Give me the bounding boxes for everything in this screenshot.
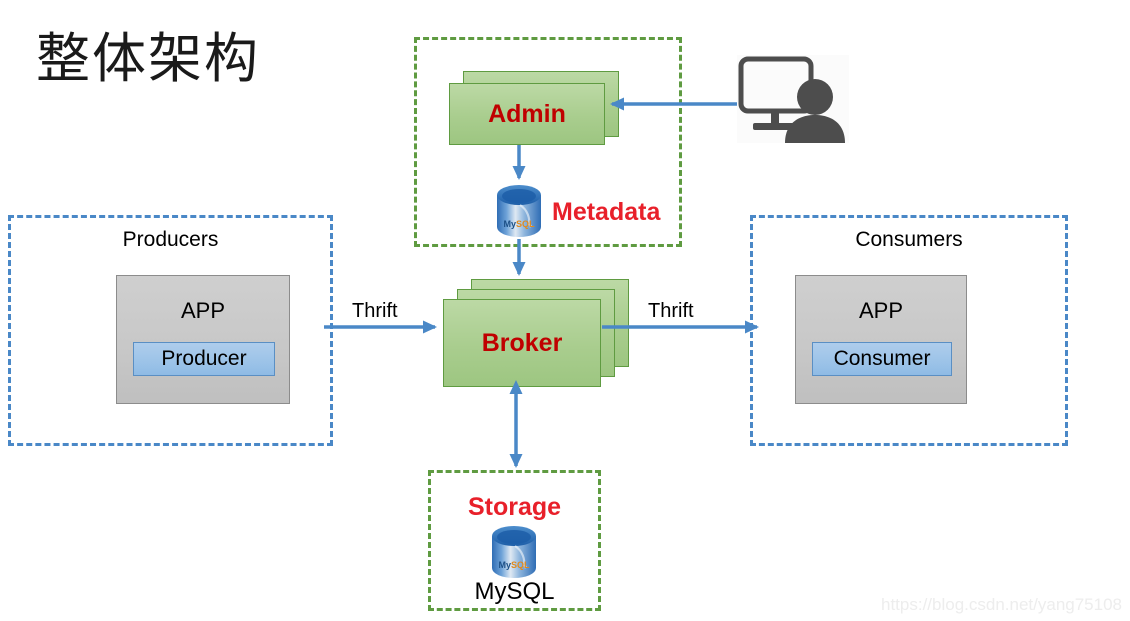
user-monitor-icon: [737, 55, 849, 143]
metadata-mysql-database-icon: MySQL: [494, 183, 544, 239]
edge-label-producer-to-broker: Thrift: [352, 300, 398, 322]
producer-component[interactable]: Producer: [133, 342, 275, 376]
page-title: 整体架构: [36, 29, 260, 89]
svg-text:MySQL: MySQL: [498, 560, 530, 570]
diagram-canvas: 整体架构 Producers APP Producer Consumers AP…: [0, 0, 1130, 621]
admin-node[interactable]: Admin: [449, 71, 619, 145]
admin-node-layer-front: Admin: [449, 83, 605, 145]
consumers-app-label: APP: [858, 298, 904, 323]
storage-title: Storage: [467, 493, 562, 521]
consumers-group-label: Consumers: [855, 228, 963, 251]
storage-mysql-label: MySQL: [474, 578, 555, 605]
watermark: https://blog.csdn.net/yang75108: [880, 595, 1122, 614]
edge-label-broker-to-consumer: Thrift: [648, 300, 694, 322]
svg-text:MySQL: MySQL: [503, 219, 535, 229]
consumers-app-box: APP Consumer: [795, 275, 967, 404]
metadata-label: Metadata: [552, 198, 661, 226]
producers-app-box: APP Producer: [116, 275, 290, 404]
broker-node-layer-front: Broker: [443, 299, 601, 387]
storage-mysql-database-icon: MySQL: [489, 524, 539, 580]
broker-node[interactable]: Broker: [443, 279, 629, 387]
consumer-component[interactable]: Consumer: [812, 342, 952, 376]
producers-group-label: Producers: [122, 228, 219, 251]
producers-app-label: APP: [180, 298, 226, 323]
